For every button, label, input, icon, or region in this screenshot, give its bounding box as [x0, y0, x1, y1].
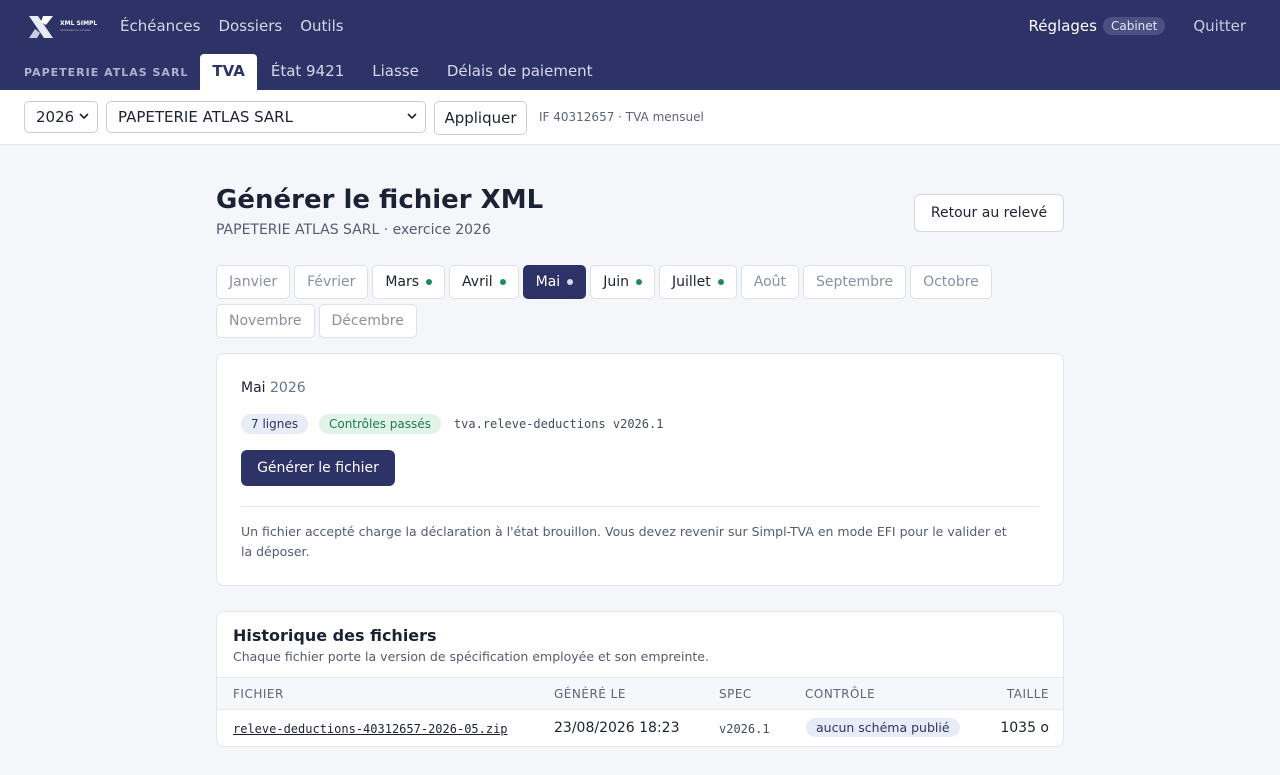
- month-pill[interactable]: Octobre: [910, 265, 992, 299]
- status-chips: 7 lignes Contrôles passés tva.releve-ded…: [241, 414, 663, 434]
- control-status-badge: aucun schéma publié: [806, 718, 960, 737]
- month-label: Mars: [385, 274, 420, 290]
- month-pill[interactable]: Mars: [372, 265, 446, 299]
- month-label: Octobre: [923, 274, 979, 290]
- logo-text: XML SIMPL déclarations simples: [60, 20, 98, 32]
- chevron-down-icon: [407, 113, 417, 120]
- period-label: Mai 2026: [241, 380, 306, 396]
- logo-icon: [26, 12, 56, 42]
- file-history-panel: Historique des fichiers Chaque fichier p…: [216, 611, 1064, 747]
- column-header-file: FICHIER: [233, 687, 284, 701]
- month-pill[interactable]: Juin: [590, 265, 655, 299]
- month-label: Janvier: [229, 274, 278, 290]
- filter-bar: 2026 PAPETERIE ATLAS SARL Appliquer IF 4…: [0, 90, 1280, 145]
- column-header-generated: GÉNÉRÉ LE: [554, 687, 626, 701]
- month-pill[interactable]: Avril: [449, 265, 519, 299]
- sub-nav: PAPETERIE ATLAS SARL TVA État 9421 Liass…: [0, 54, 607, 90]
- data-dot-icon: [426, 279, 433, 285]
- month-pill[interactable]: Décembre: [318, 304, 417, 338]
- main-nav: Échéances Dossiers Outils: [120, 17, 344, 35]
- settings-link[interactable]: Réglages: [1029, 17, 1097, 35]
- month-label: Juillet: [671, 274, 711, 290]
- history-title: Historique des fichiers: [233, 626, 437, 645]
- nav-item-outils[interactable]: Outils: [300, 17, 343, 35]
- month-label: Décembre: [331, 313, 404, 329]
- chevron-down-icon: [79, 113, 89, 120]
- back-to-statement-button[interactable]: Retour au relevé: [914, 194, 1064, 232]
- data-dot-icon: [717, 279, 724, 285]
- data-dot-icon: [567, 279, 574, 285]
- month-pill[interactable]: Septembre: [803, 265, 907, 299]
- tab-liasse[interactable]: Liasse: [358, 54, 433, 90]
- month-label: Juin: [603, 274, 629, 290]
- company-select-value: PAPETERIE ATLAS SARL: [118, 108, 293, 126]
- month-pill[interactable]: Mai: [522, 265, 587, 299]
- month-pill[interactable]: Août: [740, 265, 799, 299]
- month-label: Novembre: [229, 313, 302, 329]
- company-label: PAPETERIE ATLAS SARL: [24, 66, 189, 79]
- data-dot-icon: [499, 279, 506, 285]
- top-bar: XML SIMPL déclarations simples Échéances…: [0, 0, 1280, 90]
- tax-id-info: IF 40312657 · TVA mensuel: [539, 110, 704, 124]
- month-selector: Janvier Février Mars Avril Mai Juin Juillet Aoû…: [216, 265, 1064, 338]
- divider: [241, 506, 1039, 507]
- controls-status-badge: Contrôles passés: [318, 414, 441, 434]
- file-download-link[interactable]: releve-deductions-40312657-2026-05.zip: [233, 722, 508, 736]
- app-logo[interactable]: XML SIMPL déclarations simples: [26, 12, 100, 42]
- history-subtitle: Chaque fichier porte la version de spéci…: [233, 649, 709, 664]
- month-label: Septembre: [816, 274, 894, 290]
- month-pill[interactable]: Juillet: [658, 265, 737, 299]
- period-month: Mai: [241, 380, 266, 396]
- month-pill[interactable]: Février: [294, 265, 369, 299]
- column-header-spec: SPEC: [719, 687, 752, 701]
- table-header: FICHIER GÉNÉRÉ LE SPEC CONTRÔLE TAILLE: [217, 677, 1063, 710]
- nav-item-dossiers[interactable]: Dossiers: [218, 17, 282, 35]
- period-year: 2026: [270, 380, 306, 396]
- user-nav: Réglages Cabinet Quitter: [1029, 17, 1246, 35]
- column-header-control: CONTRÔLE: [805, 687, 876, 701]
- apply-button[interactable]: Appliquer: [434, 101, 527, 135]
- month-pill[interactable]: Novembre: [216, 304, 315, 338]
- nav-item-echeances[interactable]: Échéances: [120, 17, 200, 35]
- table-row: releve-deductions-40312657-2026-05.zip 2…: [217, 710, 1063, 746]
- generated-date: 23/08/2026 18:23: [554, 720, 680, 736]
- month-label: Août: [753, 274, 786, 290]
- spec-cell: v2026.1: [719, 722, 770, 736]
- info-note: Un fichier accepté charge la déclaration…: [241, 524, 1007, 559]
- year-select[interactable]: 2026: [24, 101, 98, 133]
- lines-count-badge: 7 lignes: [241, 414, 308, 434]
- generate-file-button[interactable]: Générer le fichier: [241, 450, 395, 486]
- page-title: Générer le fichier XML: [216, 185, 544, 215]
- month-label: Avril: [462, 274, 493, 290]
- tab-etat-9421[interactable]: État 9421: [257, 54, 358, 90]
- cabinet-badge: Cabinet: [1102, 17, 1166, 35]
- month-label: Mai: [535, 274, 561, 290]
- company-select[interactable]: PAPETERIE ATLAS SARL: [106, 101, 426, 133]
- quit-link[interactable]: Quitter: [1193, 17, 1246, 35]
- month-label: Février: [307, 274, 356, 290]
- data-dot-icon: [635, 279, 642, 285]
- column-header-size: TAILLE: [1006, 687, 1049, 701]
- tab-tva[interactable]: TVA: [200, 54, 257, 90]
- year-select-value: 2026: [36, 108, 75, 126]
- page-subtitle: PAPETERIE ATLAS SARL · exercice 2026: [216, 222, 491, 238]
- month-pill[interactable]: Janvier: [216, 265, 291, 299]
- file-size: 1035 o: [1000, 720, 1049, 736]
- tab-delais-paiement[interactable]: Délais de paiement: [433, 54, 607, 90]
- spec-version: tva.releve-deductions v2026.1: [453, 417, 664, 431]
- generation-card: Mai 2026 7 lignes Contrôles passés tva.r…: [216, 353, 1064, 586]
